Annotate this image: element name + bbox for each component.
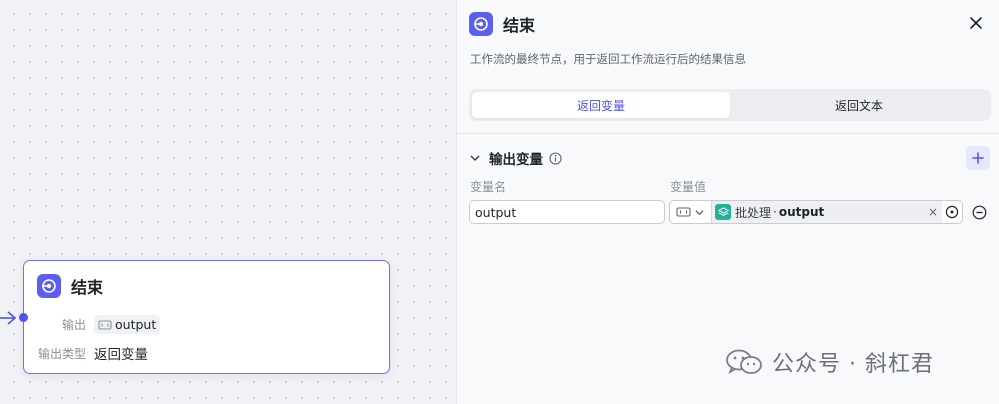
watermark-text: 公众号 · 斜杠君 <box>772 352 934 377</box>
variable-value-column-label: 变量值 <box>670 180 707 194</box>
section-title: 输出变量 <box>489 152 543 168</box>
clear-reference-button[interactable]: × <box>924 205 942 219</box>
node-title: 结束 <box>71 278 104 297</box>
add-variable-button[interactable] <box>966 146 990 170</box>
wechat-icon <box>726 349 762 374</box>
layers-icon <box>715 204 731 220</box>
end-node-card[interactable]: 结束 输出 output 输出类型 返回变量 <box>19 260 390 374</box>
variable-reference-chip[interactable]: 批处理 · output × <box>712 201 942 223</box>
node-output-type-row: 输出类型 返回变量 <box>24 343 148 364</box>
remove-variable-button[interactable] <box>971 204 987 220</box>
reference-variable-name: output <box>778 205 825 219</box>
chevron-down-icon[interactable] <box>469 152 481 164</box>
node-output-value: output <box>115 317 157 332</box>
end-node-icon <box>37 274 61 298</box>
divider <box>457 133 999 134</box>
panel-description: 工作流的最终节点，用于返回工作流运行后的结果信息 <box>470 52 746 66</box>
node-output-row: 输出 output <box>24 315 161 334</box>
minus-circle-icon <box>972 205 986 219</box>
chevron-down-icon <box>695 209 704 215</box>
reference-node-name: 批处理 <box>735 205 772 220</box>
string-type-icon <box>98 319 112 330</box>
node-output-type-label: 输出类型 <box>37 346 86 361</box>
workflow-canvas[interactable]: 结束 输出 output 输出类型 返回变量 <box>0 0 456 404</box>
watermark: 公众号 · 斜杠君 <box>724 346 934 378</box>
plus-icon <box>972 152 984 164</box>
panel-header: 结束 <box>469 12 535 36</box>
node-output-label: 输出 <box>61 318 86 332</box>
close-button[interactable] <box>967 14 985 32</box>
info-icon[interactable] <box>549 151 562 165</box>
target-icon <box>945 205 959 219</box>
tab-return-variables[interactable]: 返回变量 <box>472 92 730 118</box>
variable-name-input[interactable] <box>469 200 665 224</box>
close-icon <box>970 17 982 29</box>
reference-separator: · <box>773 205 777 219</box>
reference-picker-button[interactable] <box>942 205 962 219</box>
string-type-icon <box>676 207 691 217</box>
variable-name-column-label: 变量名 <box>470 180 507 194</box>
node-config-panel: 结束 工作流的最终节点，用于返回工作流运行后的结果信息 返回变量 返回文本 输出… <box>456 0 999 404</box>
node-output-type-value: 返回变量 <box>94 347 148 363</box>
tab-return-text[interactable]: 返回文本 <box>730 92 988 118</box>
output-variables-section-header[interactable]: 输出变量 <box>469 148 562 168</box>
end-node-icon <box>469 12 493 36</box>
node-header: 结束 <box>37 274 103 298</box>
output-mode-tabs: 返回变量 返回文本 <box>469 89 991 121</box>
panel-title[interactable]: 结束 <box>503 12 535 36</box>
variable-value-field[interactable]: 批处理 · output × <box>669 200 963 224</box>
value-type-select[interactable] <box>670 201 712 223</box>
node-output-chip: output <box>94 315 161 334</box>
